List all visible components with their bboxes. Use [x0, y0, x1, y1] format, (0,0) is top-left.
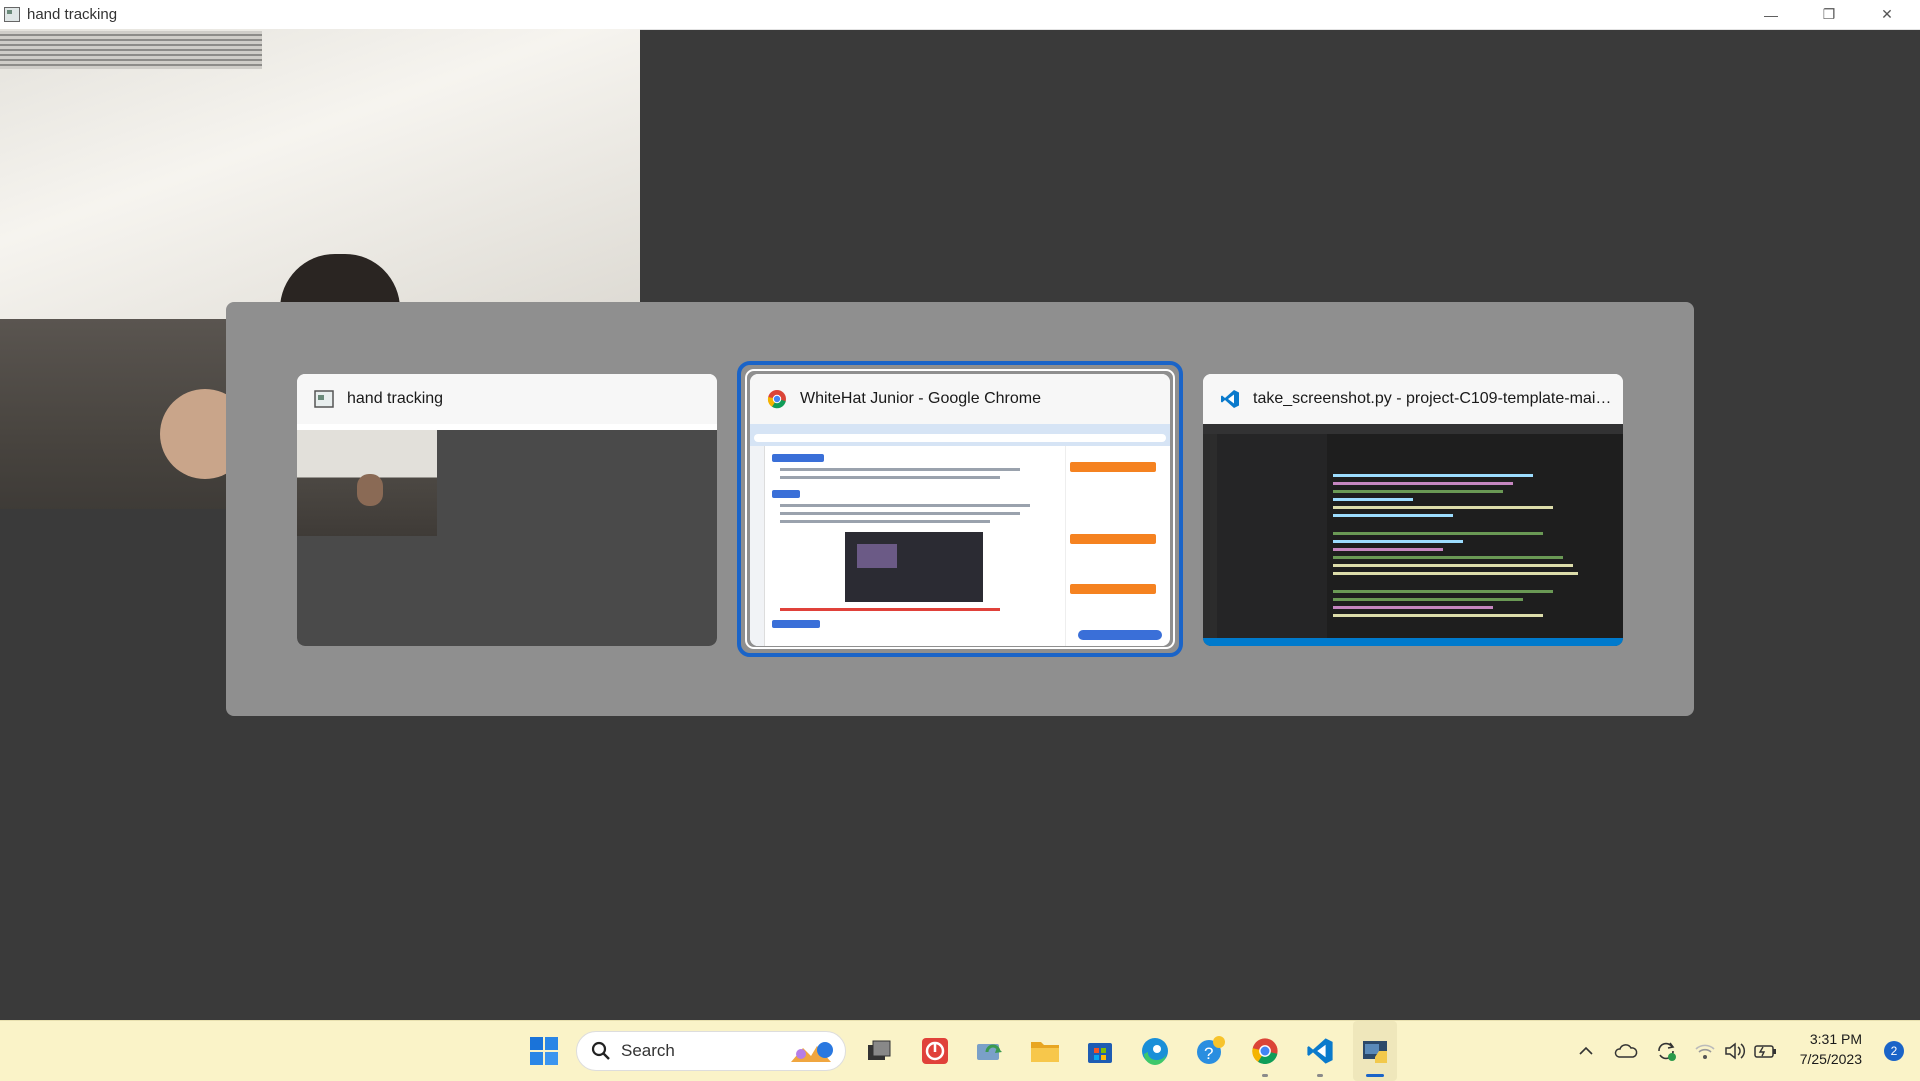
restore-button[interactable]: ❐ — [1800, 0, 1858, 29]
thumb-code-line — [1333, 564, 1573, 567]
card-header: take_screenshot.py - project-C109-templa… — [1203, 374, 1623, 424]
wifi-icon[interactable] — [1692, 1021, 1718, 1081]
volume-icon[interactable] — [1722, 1021, 1748, 1081]
task-view-icon[interactable] — [858, 1021, 902, 1081]
edge-icon[interactable] — [1133, 1021, 1177, 1081]
thumb-activity-bar — [1203, 434, 1217, 638]
clock-date: 7/25/2023 — [1799, 1051, 1862, 1067]
thumb-code-line — [1333, 474, 1533, 477]
app-window-icon — [4, 7, 20, 22]
vscode-running-indicator — [1317, 1074, 1323, 1077]
thumb-statusbar — [1203, 638, 1623, 646]
card-title: take_screenshot.py - project-C109-templa… — [1253, 390, 1613, 407]
card-title: hand tracking — [347, 390, 444, 407]
thumb-code-line — [1333, 514, 1453, 517]
card-header: hand tracking — [297, 374, 717, 424]
svg-text:?: ? — [1204, 1044, 1213, 1063]
onedrive-icon[interactable] — [1612, 1021, 1640, 1081]
taskbar: Search ? 3:31 PM 7/25/2023 2 — [0, 1020, 1920, 1081]
thumb-code-line — [1333, 490, 1503, 493]
switcher-card-hand-tracking[interactable]: hand tracking — [297, 374, 717, 646]
card-thumbnail — [297, 424, 717, 646]
minimize-button[interactable]: — — [1742, 0, 1800, 29]
thumb-code-line — [1333, 614, 1543, 617]
thumb-person — [357, 474, 383, 506]
chrome-running-indicator — [1262, 1074, 1268, 1077]
selection-inner-outline — [745, 369, 1175, 649]
sync-icon[interactable] — [1652, 1021, 1680, 1081]
chevron-up-icon[interactable] — [1574, 1021, 1598, 1081]
microsoft-store-icon[interactable] — [1078, 1021, 1122, 1081]
close-button[interactable]: ✕ — [1858, 0, 1916, 29]
clock-time: 3:31 PM — [1809, 1031, 1862, 1047]
thumb-code-line — [1333, 532, 1543, 535]
vscode-icon — [1219, 388, 1241, 410]
taskbar-search[interactable]: Search — [576, 1031, 846, 1071]
thumb-code-line — [1333, 548, 1443, 551]
thumb-code-line — [1333, 482, 1513, 485]
thumb-code-line — [1333, 556, 1563, 559]
thumb-code-line — [1333, 572, 1578, 575]
notification-badge[interactable]: 2 — [1884, 1041, 1904, 1061]
refresh-app-icon[interactable] — [968, 1021, 1012, 1081]
python-app-icon[interactable] — [1353, 1021, 1397, 1081]
thumb-explorer — [1217, 434, 1327, 638]
active-app-indicator — [1366, 1074, 1384, 1077]
thumb-code-line — [1333, 498, 1413, 501]
battery-icon[interactable] — [1752, 1021, 1780, 1081]
vscode-icon[interactable] — [1298, 1021, 1342, 1081]
thumb-code-line — [1333, 606, 1493, 609]
title-bar: hand tracking — ❐ ✕ — [0, 0, 1920, 30]
thumb-titlebar — [1203, 424, 1623, 434]
video-vent — [0, 31, 262, 69]
opera-icon[interactable] — [913, 1021, 957, 1081]
search-icon — [591, 1041, 611, 1061]
thumb-code-line — [1333, 590, 1553, 593]
switcher-card-vscode[interactable]: take_screenshot.py - project-C109-templa… — [1203, 374, 1623, 646]
thumb-code-line — [1333, 540, 1463, 543]
chrome-icon[interactable] — [1243, 1021, 1287, 1081]
card-thumbnail — [1203, 424, 1623, 646]
thumb-code-line — [1333, 506, 1553, 509]
search-highlight-icon — [787, 1038, 837, 1066]
window-title: hand tracking — [27, 6, 118, 23]
app-window-icon — [313, 388, 335, 410]
start-icon[interactable] — [522, 1021, 566, 1081]
search-label: Search — [621, 1041, 675, 1060]
thumb-code-line — [1333, 598, 1523, 601]
help-icon[interactable]: ? — [1188, 1021, 1232, 1081]
system-clock[interactable]: 3:31 PM 7/25/2023 — [1800, 1029, 1862, 1069]
file-explorer-icon[interactable] — [1023, 1021, 1067, 1081]
